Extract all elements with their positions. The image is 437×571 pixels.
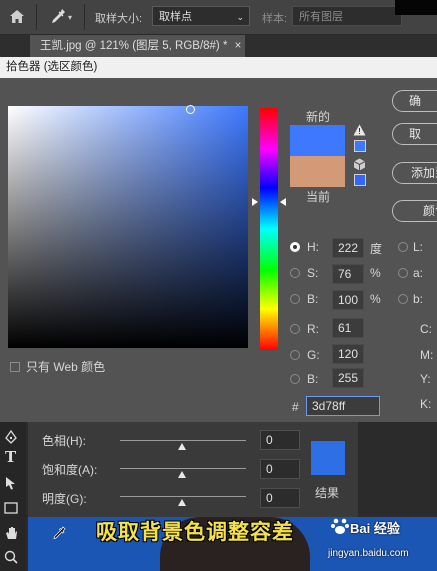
s-field[interactable]: 76 — [332, 264, 364, 284]
chevron-down-icon[interactable]: ▾ — [68, 13, 72, 22]
b-radio[interactable] — [290, 294, 300, 304]
zoom-tool-icon[interactable] — [4, 550, 18, 564]
b-label: B: — [307, 292, 319, 306]
s-radio[interactable] — [290, 268, 300, 278]
black-corner — [395, 0, 437, 15]
h-label: H: — [307, 240, 319, 254]
gamut-color-swatch[interactable] — [354, 140, 366, 152]
add-to-swatches-button[interactable]: 添加到 — [392, 162, 437, 184]
path-selection-tool-icon[interactable] — [5, 476, 17, 490]
lab-b-radio[interactable] — [398, 294, 408, 304]
result-swatch — [311, 441, 345, 475]
hue-slider-right-arrow[interactable] — [280, 198, 286, 206]
s-unit: % — [370, 266, 381, 280]
close-icon[interactable]: × — [235, 40, 242, 52]
lightness-label: 明度(G): — [42, 492, 87, 506]
hex-field[interactable]: 3d78ff — [306, 396, 380, 416]
blue-label: B: — [307, 372, 319, 386]
sample-value: 所有图层 — [299, 11, 343, 23]
divider — [84, 4, 85, 30]
dialog-title: 拾色器 (选区颜色) — [0, 57, 437, 78]
web-cube-icon[interactable] — [353, 158, 366, 171]
color-field-cursor[interactable] — [186, 105, 195, 114]
saturation-brightness-field[interactable] — [8, 106, 248, 348]
options-bar: ▾ 取样大小: 取样点 ⌄ 样本: 所有图层 — [0, 0, 437, 35]
new-color-label: 新的 — [306, 110, 331, 124]
watermark-url: jingyan.baidu.com — [328, 548, 409, 559]
new-color-swatch — [290, 125, 345, 156]
hue-label: 色相(H): — [42, 434, 86, 448]
type-tool-icon[interactable]: T — [5, 448, 16, 466]
sample-dropdown[interactable]: 所有图层 — [292, 6, 402, 26]
l-radio[interactable] — [398, 242, 408, 252]
lightness-value-field[interactable]: 0 — [260, 488, 300, 508]
lightness-slider-thumb[interactable] — [178, 499, 186, 506]
sample-label: 样本: — [262, 13, 288, 25]
web-only-label: 只有 Web 颜色 — [26, 360, 106, 374]
s-label: S: — [307, 266, 319, 280]
result-label: 结果 — [315, 486, 340, 500]
hex-label: # — [292, 400, 299, 414]
g-radio[interactable] — [290, 350, 300, 360]
b-field[interactable]: 100 — [332, 290, 364, 310]
document-tab-title: 王凯.jpg @ 121% (图层 5, RGB/8#) * — [40, 40, 228, 52]
y-label: Y: — [420, 372, 431, 386]
blue-field[interactable]: 255 — [332, 368, 364, 388]
color-libraries-button[interactable]: 颜色 — [392, 200, 437, 222]
current-color-swatch[interactable] — [290, 156, 345, 187]
saturation-label: 饱和度(A): — [42, 463, 98, 477]
h-radio[interactable] — [290, 242, 300, 252]
g-field[interactable]: 120 — [332, 344, 364, 364]
r-field[interactable]: 61 — [332, 318, 364, 338]
hue-slider[interactable] — [260, 108, 278, 350]
c-label: C: — [420, 322, 432, 336]
hand-tool-icon[interactable] — [4, 526, 18, 540]
a-radio[interactable] — [398, 268, 408, 278]
chevron-down-icon: ⌄ — [236, 12, 244, 22]
lab-b-label: b: — [413, 292, 424, 306]
baidu-paw-logo — [331, 518, 349, 534]
lightness-slider[interactable] — [120, 496, 246, 497]
r-label: R: — [307, 322, 319, 336]
document-tab[interactable]: 王凯.jpg @ 121% (图层 5, RGB/8#) * × — [30, 35, 245, 57]
toolbar: T — [0, 422, 26, 571]
h-field[interactable]: 222 — [332, 238, 364, 258]
blue-radio[interactable] — [290, 374, 300, 384]
web-color-swatch[interactable] — [354, 174, 366, 186]
saturation-value-field[interactable]: 0 — [260, 459, 300, 479]
g-label: G: — [307, 348, 320, 362]
k-label: K: — [420, 397, 432, 411]
saturation-slider[interactable] — [120, 468, 246, 469]
current-color-label: 当前 — [306, 190, 331, 204]
eyedropper-tool-icon[interactable] — [50, 8, 66, 25]
hue-adjust-slider[interactable] — [120, 440, 246, 441]
cancel-button[interactable]: 取 — [392, 123, 437, 145]
web-only-checkbox[interactable] — [10, 362, 20, 372]
sample-size-value: 取样点 — [159, 11, 192, 23]
hue-slider-thumb[interactable] — [178, 443, 186, 450]
eyedropper-icon[interactable] — [52, 526, 66, 540]
video-caption: 吸取背景色调整容差 — [96, 521, 294, 544]
divider — [36, 4, 37, 30]
a-label: a: — [413, 266, 424, 280]
l-label: L: — [413, 240, 424, 254]
hue-value-field[interactable]: 0 — [260, 430, 300, 450]
watermark-logo-text: Bai 经验 — [350, 521, 400, 536]
sample-size-label: 取样大小: — [95, 13, 143, 25]
hue-slider-left-arrow[interactable] — [252, 198, 258, 206]
m-label: M: — [420, 348, 434, 362]
b-unit: % — [370, 292, 381, 306]
ok-button[interactable]: 确 — [392, 90, 437, 112]
home-icon[interactable] — [9, 9, 25, 24]
sample-size-dropdown[interactable]: 取样点 ⌄ — [152, 6, 250, 26]
saturation-slider-thumb[interactable] — [178, 471, 186, 478]
warning-icon[interactable] — [353, 124, 366, 136]
pen-tool-icon[interactable] — [4, 430, 18, 444]
h-unit: 度 — [370, 242, 383, 256]
rectangle-tool-icon[interactable] — [4, 502, 18, 514]
r-radio[interactable] — [290, 324, 300, 334]
